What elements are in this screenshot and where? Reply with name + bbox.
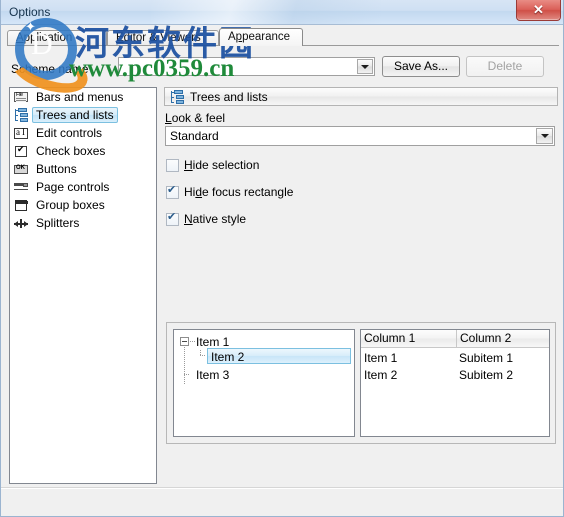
window-title: Options bbox=[9, 5, 51, 19]
sidebar-item-group-boxes-label: Group boxes bbox=[36, 198, 105, 212]
sidebar-item-splitters[interactable]: Splitters bbox=[10, 214, 156, 232]
bars-and-menus-icon bbox=[13, 90, 30, 105]
sidebar-item-page-controls-label: Page controls bbox=[36, 180, 110, 194]
preview-group: Item 1 Item 2 Item 3 Column 1 Column 2 I… bbox=[166, 322, 556, 444]
trees-and-lists-icon bbox=[13, 107, 30, 123]
sidebar-item-group-boxes[interactable]: Group boxes bbox=[10, 196, 156, 214]
watermark-logo: ✦ D bbox=[4, 14, 95, 102]
scheme-name-label: Scheme name bbox=[11, 62, 89, 76]
sidebar-item-edit-controls-label: Edit controls bbox=[36, 126, 103, 140]
tab-editor-viewers[interactable]: Editor & Viewers bbox=[107, 30, 219, 45]
hide-focus-rectangle-accel: d bbox=[195, 185, 203, 199]
chevron-down-icon[interactable] bbox=[357, 59, 373, 74]
title-bar: Options ✕ bbox=[1, 0, 563, 25]
footer-bar: OK Cancel Help bbox=[1, 489, 563, 516]
list-column-header-1[interactable]: Column 1 bbox=[361, 330, 456, 347]
section-title: Trees and lists bbox=[190, 89, 268, 104]
tab-appearance-label-rest: pearance bbox=[242, 31, 291, 43]
sidebar-item-bars-and-menus[interactable]: Bars and menus bbox=[10, 88, 156, 106]
look-and-feel-accel: L bbox=[165, 111, 172, 125]
sidebar-item-trees-and-lists-label: Trees and lists bbox=[32, 107, 118, 123]
hide-selection-accel: H bbox=[184, 158, 193, 172]
native-style-checkbox[interactable] bbox=[166, 211, 179, 226]
look-and-feel-value: Standard bbox=[170, 129, 219, 143]
sidebar-item-check-boxes-label: Check boxes bbox=[36, 144, 106, 158]
tab-editor-viewers-label: ditor & Viewers bbox=[123, 32, 201, 44]
tree-connector-vertical bbox=[184, 347, 185, 385]
splitters-icon bbox=[13, 216, 30, 231]
list-cell-r1c1[interactable]: Item 1 bbox=[364, 351, 397, 365]
tab-editor-viewers-accel: E bbox=[116, 32, 124, 44]
group-boxes-icon bbox=[13, 198, 30, 213]
save-as-button[interactable]: Save As... bbox=[382, 56, 460, 77]
list-cell-r2c1[interactable]: Item 2 bbox=[364, 368, 397, 382]
native-style-label: Native style bbox=[184, 212, 247, 226]
scheme-name-combobox[interactable] bbox=[118, 57, 375, 76]
hide-selection-checkbox-row[interactable]: Hide selection bbox=[166, 158, 259, 172]
hide-selection-checkbox[interactable] bbox=[166, 158, 179, 172]
list-cell-r1c2[interactable]: Subitem 1 bbox=[459, 351, 513, 365]
tree-item-2[interactable]: Item 2 bbox=[211, 350, 244, 364]
titlebar-sheen bbox=[151, 0, 381, 24]
check-boxes-icon bbox=[13, 144, 30, 159]
trees-and-lists-icon bbox=[170, 89, 185, 104]
sidebar-item-bars-and-menus-label: Bars and menus bbox=[36, 90, 124, 104]
hide-selection-label: Hide selection bbox=[184, 158, 260, 172]
tree-expander-item-1[interactable] bbox=[180, 337, 189, 346]
options-dialog: Options ✕ Application Editor & Viewers A… bbox=[0, 0, 564, 517]
buttons-icon bbox=[13, 162, 30, 177]
sidebar-item-splitters-label: Splitters bbox=[36, 216, 80, 230]
sidebar-item-buttons-label: Buttons bbox=[36, 162, 77, 176]
tab-appearance-label: A bbox=[228, 31, 236, 43]
sidebar-item-check-boxes[interactable]: Check boxes bbox=[10, 142, 156, 160]
list-column-header-2[interactable]: Column 2 bbox=[456, 330, 549, 347]
edit-controls-icon bbox=[13, 126, 30, 141]
tree-connector-child-h bbox=[200, 355, 206, 356]
native-style-checkbox-row[interactable]: Native style bbox=[166, 211, 247, 226]
native-style-accel: N bbox=[184, 212, 193, 226]
hide-focus-rectangle-label: Hide focus rectangle bbox=[184, 185, 294, 199]
hide-focus-rectangle-checkbox[interactable] bbox=[166, 184, 179, 199]
settings-panel: Trees and lists Look & feel Standard Hid… bbox=[164, 87, 558, 484]
page-controls-icon bbox=[13, 180, 30, 195]
tab-application-label: pplication bbox=[23, 32, 73, 44]
sidebar-item-buttons[interactable]: Buttons bbox=[10, 160, 156, 178]
close-icon: ✕ bbox=[533, 2, 544, 17]
tab-appearance[interactable]: Appearance bbox=[219, 28, 303, 46]
tab-application-accel: A bbox=[16, 32, 24, 44]
preview-list-view[interactable]: Column 1 Column 2 Item 1 Subitem 1 Item … bbox=[360, 329, 550, 437]
category-list[interactable]: Bars and menus Trees and lists Edit cont… bbox=[9, 87, 157, 484]
tree-connector bbox=[190, 341, 195, 342]
look-and-feel-label-rest: ook & feel bbox=[171, 111, 226, 125]
sidebar-item-page-controls[interactable]: Page controls bbox=[10, 178, 156, 196]
tree-connector-h3 bbox=[184, 374, 190, 375]
tree-item-1[interactable]: Item 1 bbox=[196, 335, 229, 349]
delete-label: Delete bbox=[487, 59, 523, 73]
sidebar-item-trees-and-lists[interactable]: Trees and lists bbox=[10, 106, 156, 124]
section-header: Trees and lists bbox=[164, 87, 558, 106]
tree-item-3[interactable]: Item 3 bbox=[196, 368, 229, 382]
tab-strip: Application Editor & Viewers Appearance bbox=[7, 28, 559, 46]
look-and-feel-combobox[interactable]: Standard bbox=[165, 126, 555, 146]
delete-button: Delete bbox=[466, 56, 544, 77]
preview-tree-view[interactable]: Item 1 Item 2 Item 3 bbox=[173, 329, 355, 437]
list-cell-r2c2[interactable]: Subitem 2 bbox=[459, 368, 513, 382]
close-button[interactable]: ✕ bbox=[516, 0, 561, 21]
hide-focus-rectangle-checkbox-row[interactable]: Hide focus rectangle bbox=[166, 184, 294, 199]
sidebar-item-edit-controls[interactable]: Edit controls bbox=[10, 124, 156, 142]
tab-application[interactable]: Application bbox=[7, 30, 107, 45]
chevron-down-icon[interactable] bbox=[536, 128, 553, 144]
look-and-feel-label: Look & feel bbox=[165, 111, 225, 125]
save-as-label: Save As... bbox=[393, 59, 449, 73]
